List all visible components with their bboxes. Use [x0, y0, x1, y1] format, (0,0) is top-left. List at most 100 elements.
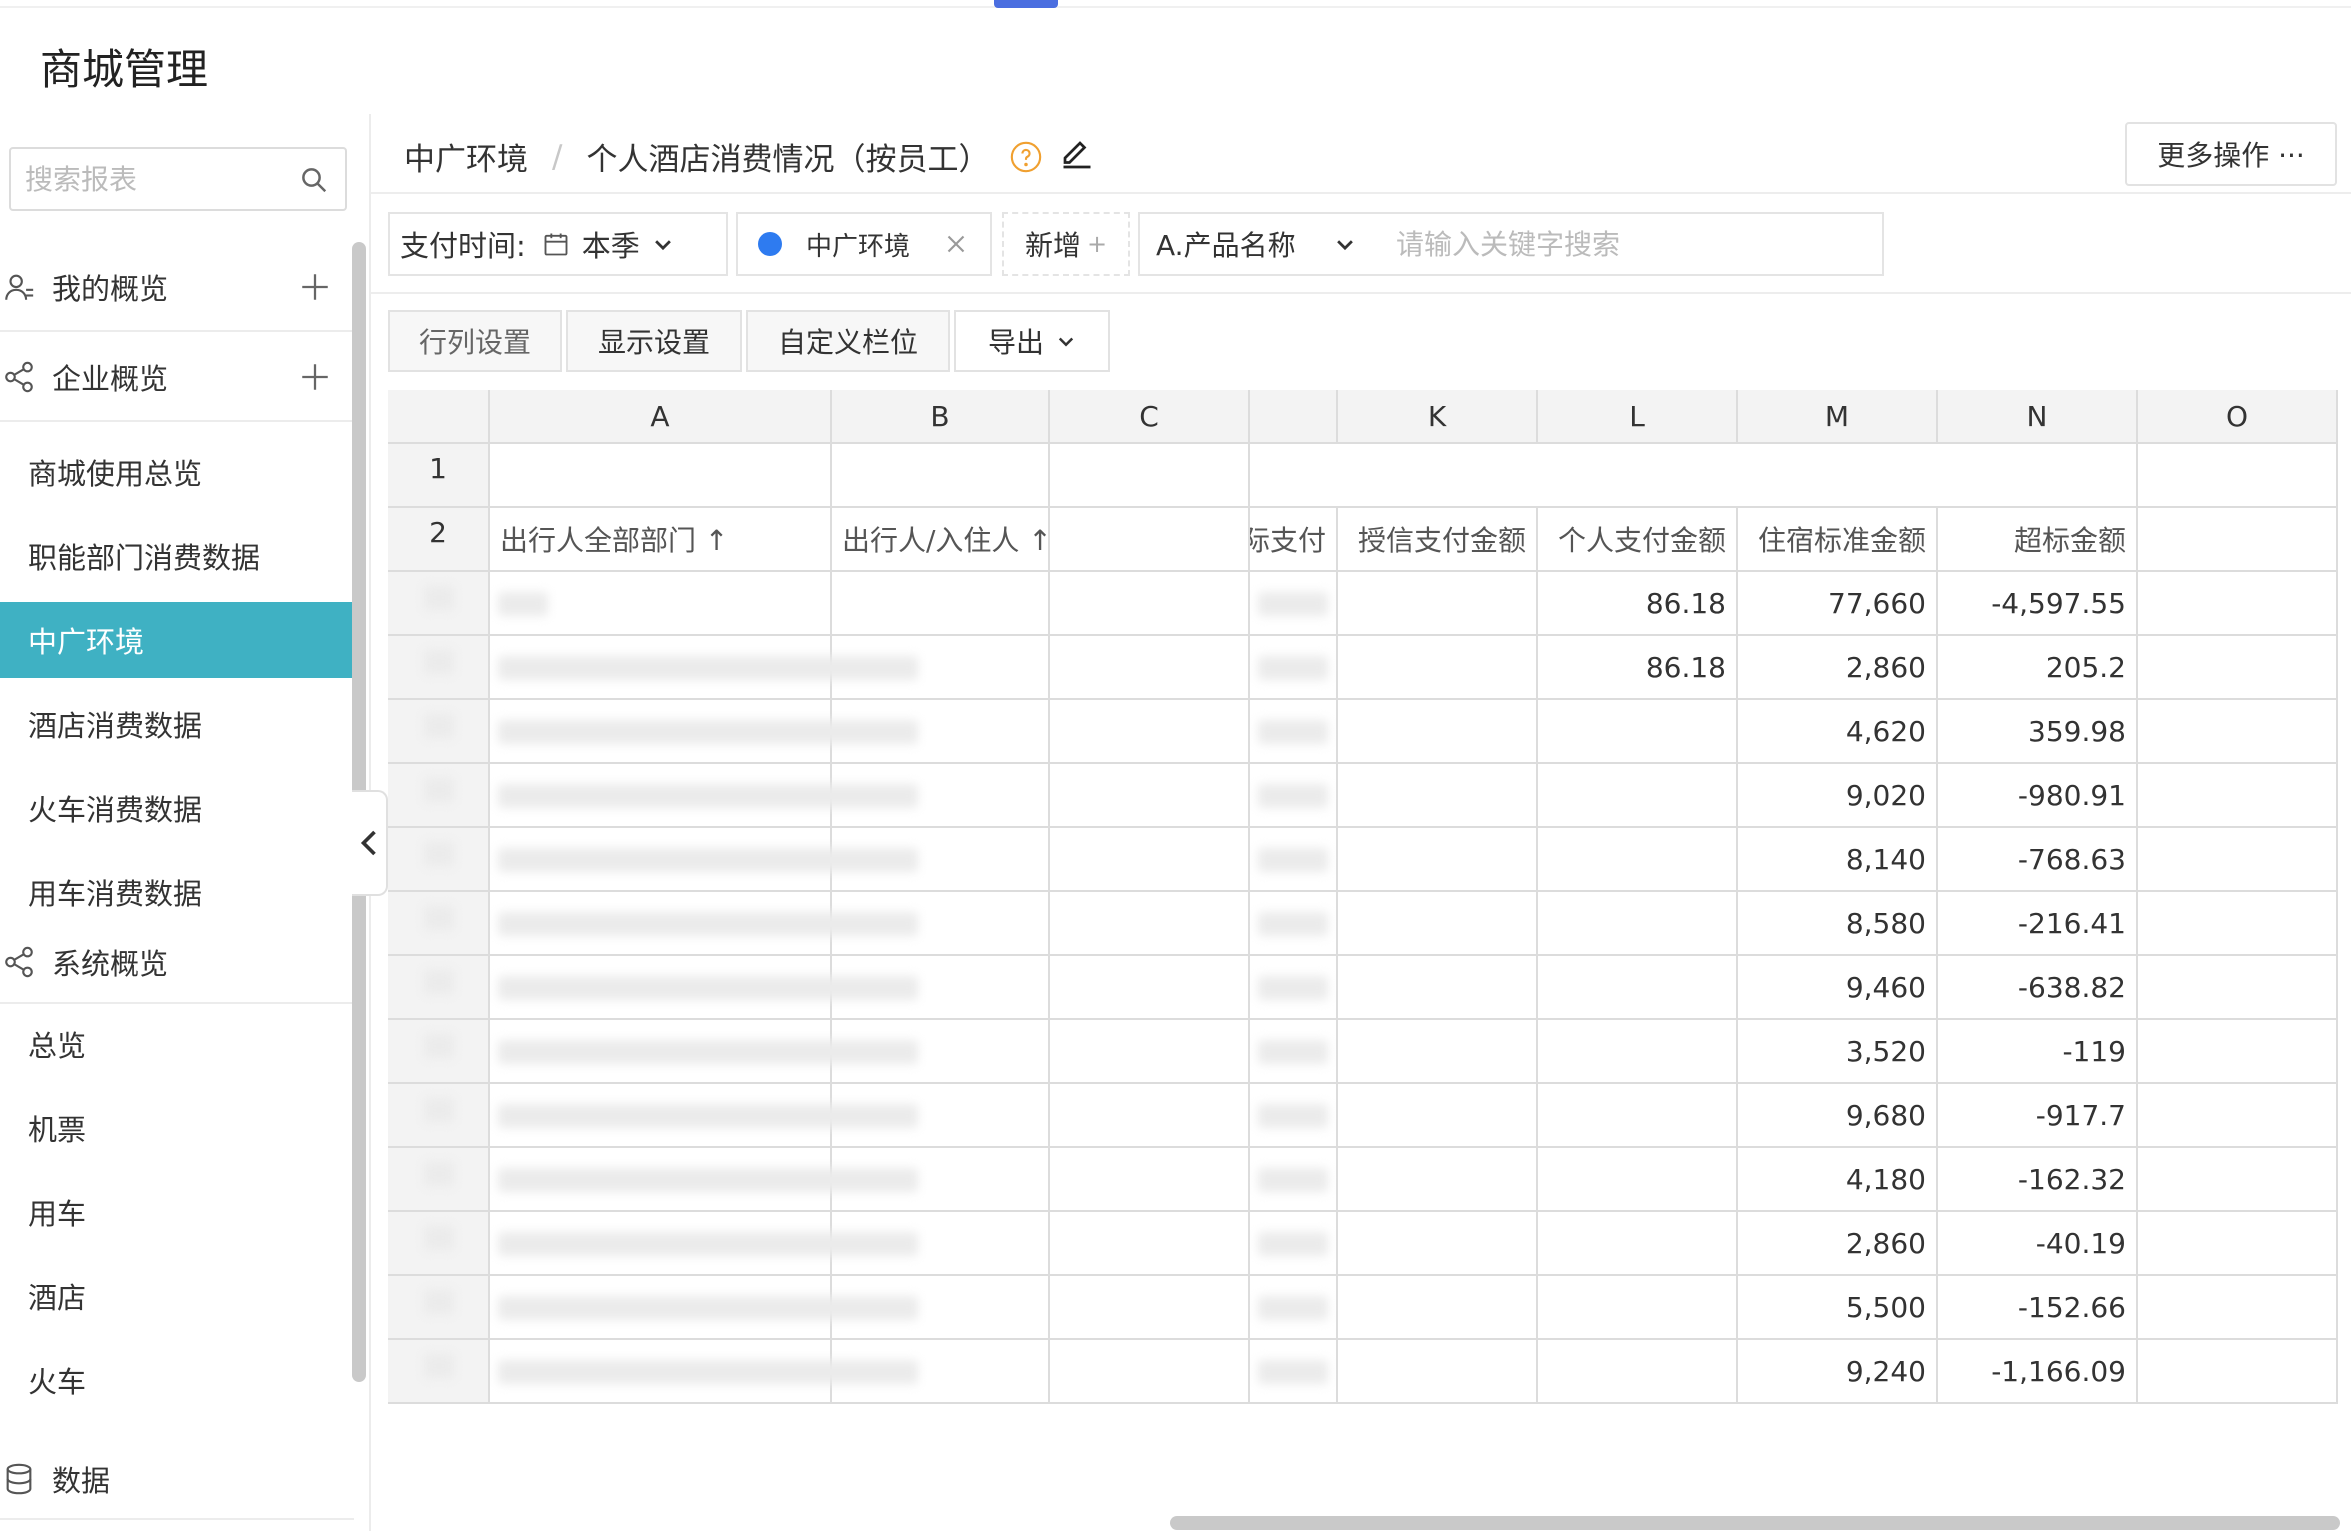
- plus-icon[interactable]: [298, 270, 332, 304]
- sidebar-item-trains[interactable]: 火车: [0, 1342, 354, 1418]
- cell-over-standard[interactable]: -216.41: [1938, 892, 2138, 956]
- report-grid[interactable]: A B C K L M N O 1 2 出行人全部部门 ↑ 出行人/入住人 ↑ 际支付 授信支付金额 个人支…: [388, 390, 2338, 1406]
- cell-over-standard[interactable]: -40.19: [1938, 1212, 2138, 1276]
- cell-over-standard[interactable]: -980.91: [1938, 764, 2138, 828]
- cell[interactable]: [2138, 508, 2338, 572]
- column-header-hidden[interactable]: [1250, 390, 1338, 444]
- edit-icon[interactable]: [1059, 134, 1095, 170]
- cell[interactable]: [2138, 572, 2338, 636]
- search-icon[interactable]: [299, 165, 329, 195]
- cell[interactable]: [1050, 1340, 1250, 1404]
- sidebar-item-flights[interactable]: 机票: [0, 1090, 354, 1166]
- merged-cell[interactable]: [1250, 444, 2138, 508]
- field-header-hotel-standard[interactable]: 住宿标准金额: [1738, 508, 1938, 572]
- cell-hotel-standard[interactable]: 9,460: [1738, 956, 1938, 1020]
- display-settings-button[interactable]: 显示设置: [566, 310, 742, 372]
- cell-credit-payment[interactable]: [1338, 1020, 1538, 1084]
- column-header-n[interactable]: N: [1938, 390, 2138, 444]
- field-header-traveler[interactable]: 出行人/入住人 ↑: [832, 508, 1050, 572]
- cell-personal-payment[interactable]: [1538, 1212, 1738, 1276]
- cell[interactable]: [1050, 700, 1250, 764]
- cell-hotel-standard[interactable]: 2,860: [1738, 636, 1938, 700]
- sidebar-group-enterprise-overview[interactable]: 企业概览: [0, 334, 354, 422]
- cell-hotel-standard[interactable]: 8,580: [1738, 892, 1938, 956]
- cell[interactable]: [2138, 1212, 2338, 1276]
- cell[interactable]: [1050, 892, 1250, 956]
- cell[interactable]: [2138, 892, 2338, 956]
- column-header-k[interactable]: K: [1338, 390, 1538, 444]
- cell-hotel-standard[interactable]: 4,620: [1738, 700, 1938, 764]
- cell-over-standard[interactable]: -917.7: [1938, 1084, 2138, 1148]
- sidebar-item-hotel-spending[interactable]: 酒店消费数据: [0, 686, 354, 762]
- cell-over-standard[interactable]: -4,597.55: [1938, 572, 2138, 636]
- cell[interactable]: [1050, 636, 1250, 700]
- cell[interactable]: [1050, 1020, 1250, 1084]
- sidebar-item-train-spending[interactable]: 火车消费数据: [0, 770, 354, 846]
- cell-personal-payment[interactable]: [1538, 828, 1738, 892]
- help-icon[interactable]: [1009, 140, 1043, 174]
- column-header-a[interactable]: A: [490, 390, 832, 444]
- sidebar-item-overview[interactable]: 总览: [0, 1006, 354, 1082]
- cell[interactable]: [1050, 444, 1250, 508]
- cell[interactable]: [1050, 828, 1250, 892]
- cell[interactable]: [2138, 1340, 2338, 1404]
- cell[interactable]: [1050, 1276, 1250, 1340]
- sidebar-search[interactable]: [9, 147, 347, 211]
- close-icon[interactable]: [944, 232, 968, 256]
- product-field-select[interactable]: A.产品名称: [1138, 212, 1382, 276]
- sidebar-group-system-overview[interactable]: 系统概览: [0, 922, 354, 1004]
- cell-personal-payment[interactable]: [1538, 1084, 1738, 1148]
- custom-columns-button[interactable]: 自定义栏位: [746, 310, 950, 372]
- cell[interactable]: [1050, 764, 1250, 828]
- cell-personal-payment[interactable]: 86.18: [1538, 572, 1738, 636]
- cell-over-standard[interactable]: -119: [1938, 1020, 2138, 1084]
- sidebar-item-car-spending[interactable]: 用车消费数据: [0, 854, 354, 930]
- field-header-credit-payment[interactable]: 授信支付金额: [1338, 508, 1538, 572]
- sidebar-item-zhongguang[interactable]: 中广环境: [0, 602, 354, 678]
- cell[interactable]: [1050, 1084, 1250, 1148]
- row-column-settings-button[interactable]: 行列设置: [388, 310, 562, 372]
- cell-personal-payment[interactable]: [1538, 700, 1738, 764]
- cell-traveler[interactable]: [832, 572, 1050, 636]
- cell-over-standard[interactable]: 359.98: [1938, 700, 2138, 764]
- cell-over-standard[interactable]: -152.66: [1938, 1276, 2138, 1340]
- cell-personal-payment[interactable]: [1538, 1276, 1738, 1340]
- cell-hotel-standard[interactable]: 4,180: [1738, 1148, 1938, 1212]
- field-header-over-standard[interactable]: 超标金额: [1938, 508, 2138, 572]
- cell-over-standard[interactable]: -638.82: [1938, 956, 2138, 1020]
- cell-hotel-standard[interactable]: 2,860: [1738, 1212, 1938, 1276]
- cell-hotel-standard[interactable]: 9,020: [1738, 764, 1938, 828]
- cell-personal-payment[interactable]: [1538, 956, 1738, 1020]
- cell-over-standard[interactable]: -768.63: [1938, 828, 2138, 892]
- cell[interactable]: [2138, 1148, 2338, 1212]
- sidebar-item-mall-overview[interactable]: 商城使用总览: [0, 434, 354, 510]
- cell[interactable]: [2138, 1084, 2338, 1148]
- sidebar-collapse-button[interactable]: [352, 790, 388, 896]
- cell[interactable]: [2138, 700, 2338, 764]
- cell[interactable]: [1050, 508, 1250, 572]
- cell[interactable]: [832, 444, 1050, 508]
- cell-over-standard[interactable]: -1,166.09: [1938, 1340, 2138, 1404]
- keyword-search[interactable]: [1380, 212, 1884, 276]
- cell-personal-payment[interactable]: [1538, 892, 1738, 956]
- cell[interactable]: [490, 444, 832, 508]
- cell-personal-payment[interactable]: [1538, 764, 1738, 828]
- cell-credit-payment[interactable]: [1338, 1084, 1538, 1148]
- cell-credit-payment[interactable]: [1338, 892, 1538, 956]
- cell[interactable]: [2138, 1276, 2338, 1340]
- cell[interactable]: [2138, 636, 2338, 700]
- payment-time-filter[interactable]: 支付时间: 本季: [388, 212, 728, 276]
- breadcrumb-item[interactable]: 中广环境: [404, 134, 528, 179]
- field-header-personal-payment[interactable]: 个人支付金额: [1538, 508, 1738, 572]
- filter-tag[interactable]: 中广环境: [736, 212, 992, 276]
- cell-personal-payment[interactable]: [1538, 1340, 1738, 1404]
- column-header-o[interactable]: O: [2138, 390, 2338, 444]
- cell[interactable]: [2138, 764, 2338, 828]
- column-header-m[interactable]: M: [1738, 390, 1938, 444]
- cell-credit-payment[interactable]: [1338, 572, 1538, 636]
- cell-hotel-standard[interactable]: 9,240: [1738, 1340, 1938, 1404]
- cell-credit-payment[interactable]: [1338, 1148, 1538, 1212]
- cell-credit-payment[interactable]: [1338, 1212, 1538, 1276]
- field-header-actual-payment[interactable]: 际支付: [1250, 508, 1338, 572]
- sidebar-group-my-overview[interactable]: 我的概览: [0, 244, 354, 332]
